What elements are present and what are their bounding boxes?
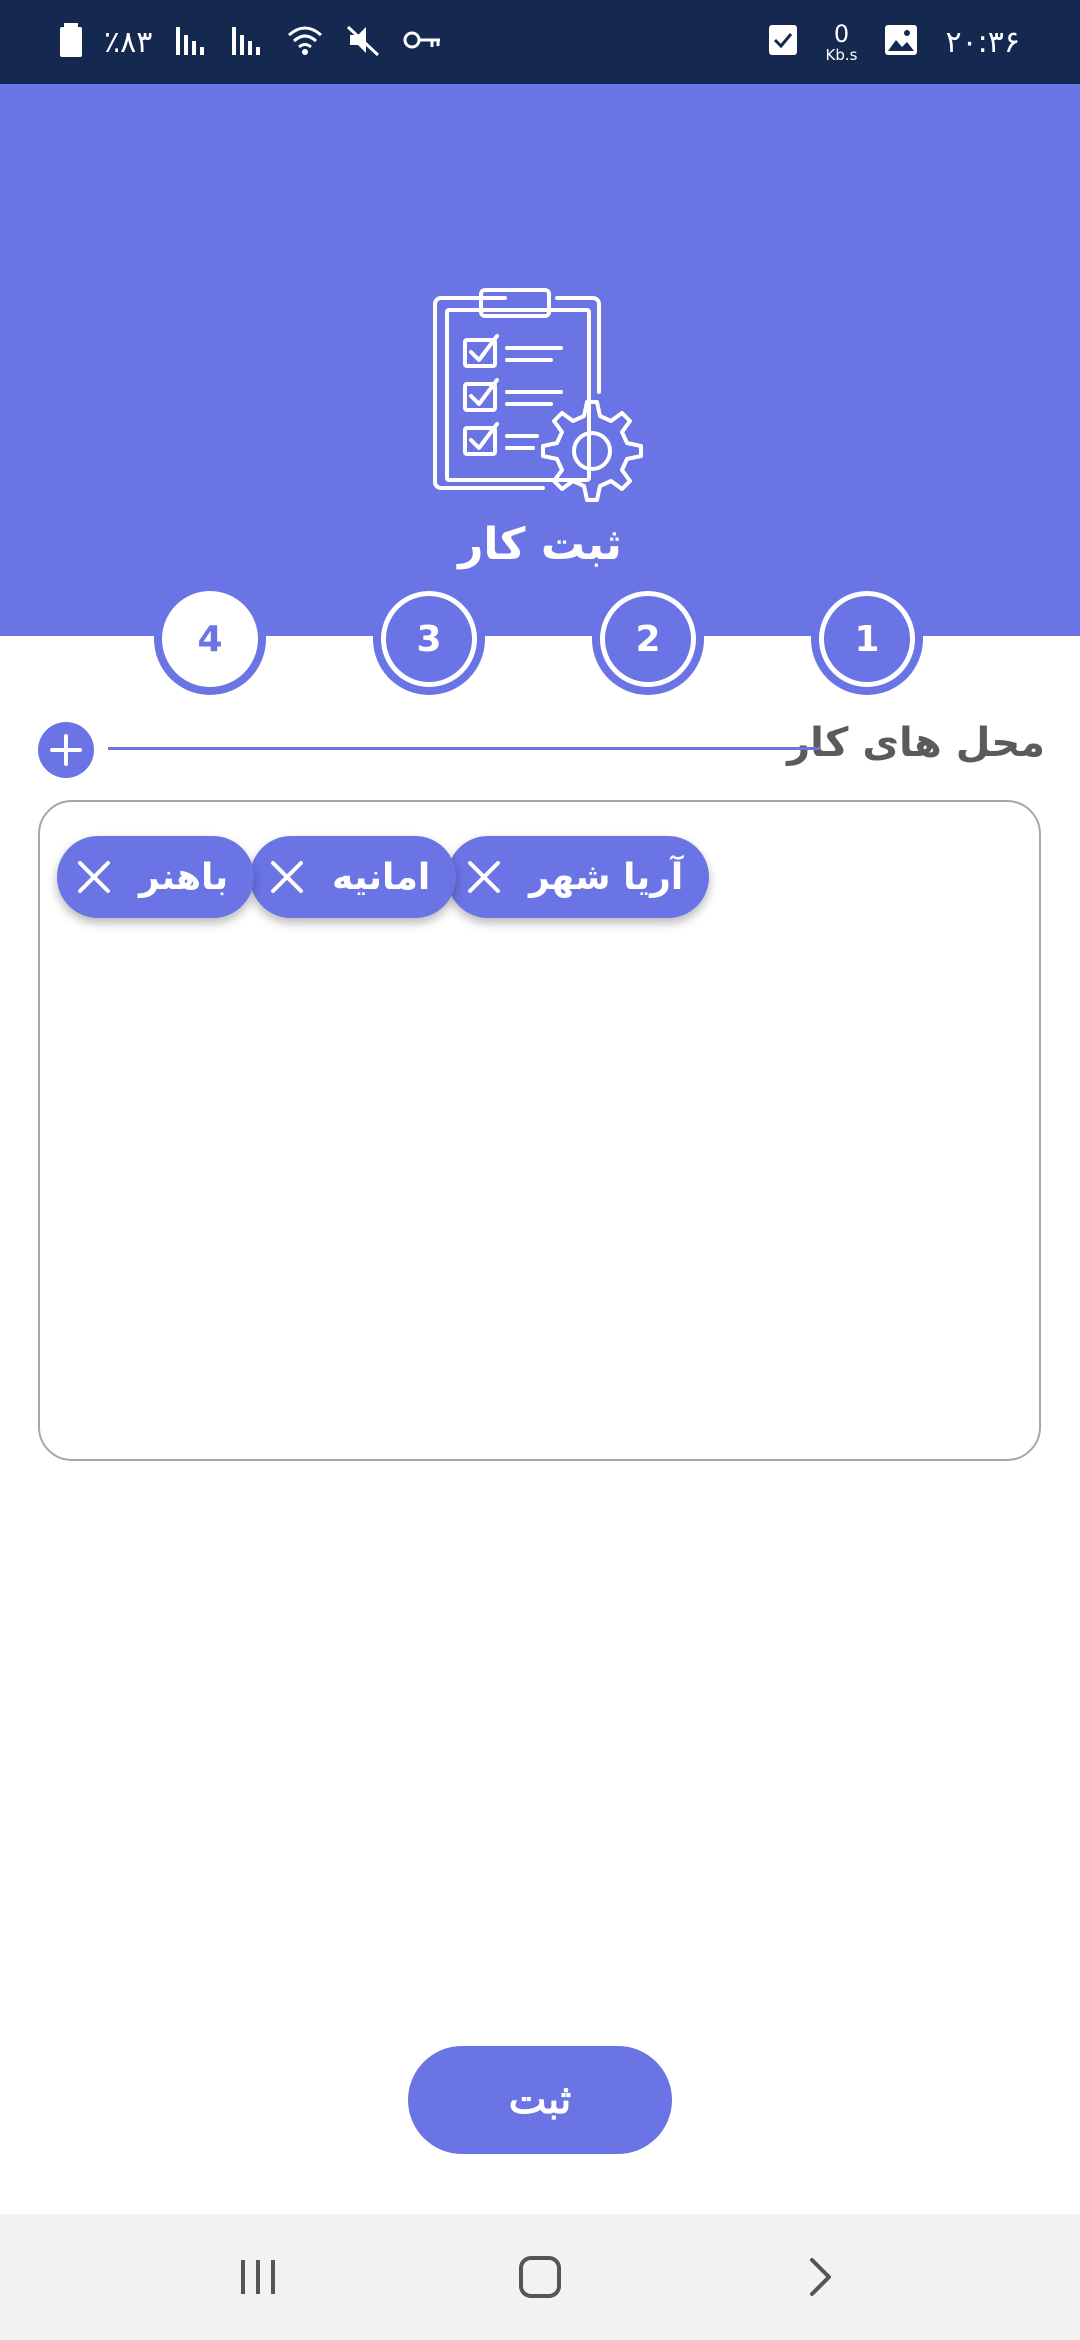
section-title: محل های کار <box>787 720 1045 766</box>
step-4[interactable]: 4 <box>154 583 266 695</box>
navigation-bar <box>0 2214 1080 2340</box>
mute-icon <box>346 23 380 61</box>
net-speed: 0 Kb.s <box>825 22 857 63</box>
back-icon[interactable] <box>790 2247 850 2307</box>
net-speed-unit: Kb.s <box>825 45 858 64</box>
step-3[interactable]: 3 <box>373 583 485 695</box>
section-divider <box>108 747 820 750</box>
step-4-label: 4 <box>162 591 258 687</box>
net-speed-value: 0 <box>833 19 850 48</box>
wifi-icon <box>286 23 324 61</box>
plus-icon <box>50 734 82 766</box>
signal-icon <box>174 23 208 61</box>
close-icon[interactable] <box>270 860 304 894</box>
submit-button[interactable]: ثبت <box>408 2046 672 2154</box>
chip-label: باهنر <box>139 856 229 898</box>
locations-box: آریا شهر امانیه باهنر <box>38 800 1041 1461</box>
status-bar: ٪۸۳ 0 Kb.s ۲۰:۳۶ <box>0 0 1080 84</box>
close-icon[interactable] <box>77 860 111 894</box>
clock: ۲۰:۳۶ <box>945 24 1020 60</box>
chip-label: امانیه <box>332 856 431 898</box>
step-2-label: 2 <box>600 591 696 687</box>
close-icon[interactable] <box>467 860 501 894</box>
recent-apps-icon[interactable] <box>228 2247 288 2307</box>
status-left: ٪۸۳ <box>60 0 442 84</box>
battery-percent: ٪۸۳ <box>104 24 153 60</box>
section-header: محل های کار <box>0 710 1080 790</box>
step-1[interactable]: 1 <box>811 583 923 695</box>
step-1-label: 1 <box>819 591 915 687</box>
clipboard-checklist-gear-icon <box>425 284 655 518</box>
key-icon <box>402 23 442 61</box>
add-location-button[interactable] <box>38 722 94 778</box>
status-right: 0 Kb.s ۲۰:۳۶ <box>769 0 1020 84</box>
chip-label: آریا شهر <box>529 856 684 898</box>
chip-location: باهنر <box>57 836 255 918</box>
gallery-icon <box>885 25 918 59</box>
header: ثبت کار <box>0 84 1080 636</box>
chip-location: آریا شهر <box>447 836 710 918</box>
check-icon <box>769 25 798 59</box>
chip-location: امانیه <box>250 836 457 918</box>
signal-icon <box>230 23 264 61</box>
step-3-label: 3 <box>381 591 477 687</box>
home-icon[interactable] <box>510 2247 570 2307</box>
step-2[interactable]: 2 <box>592 583 704 695</box>
page-title: ثبت کار <box>458 519 622 570</box>
battery-icon <box>60 23 82 61</box>
